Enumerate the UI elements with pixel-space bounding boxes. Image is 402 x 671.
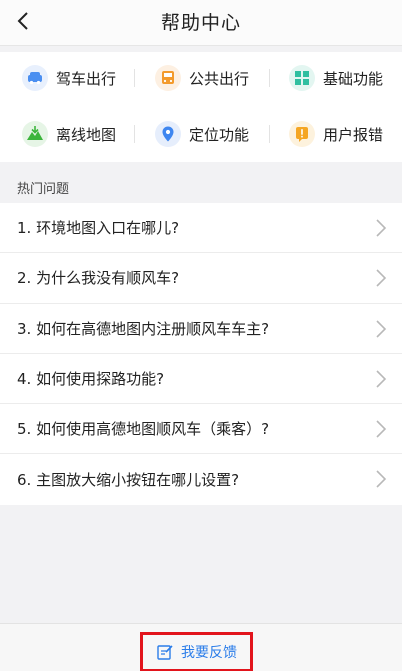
chevron-right-icon bbox=[376, 470, 387, 489]
category-label: 驾车出行 bbox=[56, 69, 117, 88]
question-row[interactable]: 1. 环境地图入口在哪儿? bbox=[0, 203, 402, 254]
question-row[interactable]: 4. 如何使用探路功能? bbox=[0, 354, 402, 405]
category-location[interactable]: 定位功能 bbox=[155, 114, 249, 154]
bus-icon bbox=[155, 65, 181, 91]
divider bbox=[134, 69, 135, 87]
divider bbox=[269, 125, 270, 143]
question-row[interactable]: 3. 如何在高德地图内注册顺风车车主? bbox=[0, 304, 402, 354]
category-basic-functions[interactable]: 基础功能 bbox=[289, 58, 383, 98]
feedback-button[interactable]: 我要反馈 bbox=[140, 632, 253, 671]
question-text: 4. 如何使用探路功能? bbox=[17, 370, 165, 389]
question-text: 3. 如何在高德地图内注册顺风车车主? bbox=[17, 319, 270, 338]
question-text: 2. 为什么我没有顺风车? bbox=[17, 269, 180, 288]
question-row[interactable]: 6. 主图放大缩小按钮在哪儿设置? bbox=[0, 454, 402, 504]
category-label: 基础功能 bbox=[323, 69, 384, 88]
chevron-right-icon bbox=[376, 320, 387, 338]
question-text: 1. 环境地图入口在哪儿? bbox=[17, 219, 180, 238]
chevron-right-icon bbox=[376, 370, 387, 388]
question-text: 6. 主图放大缩小按钮在哪儿设置? bbox=[17, 471, 240, 490]
report-icon bbox=[289, 121, 315, 147]
car-icon bbox=[22, 65, 48, 91]
bottom-bar: 我要反馈 bbox=[0, 623, 402, 671]
category-grid: 驾车出行 公共出行 基础功能 离线地图 定位功能 用户报错 bbox=[0, 52, 402, 162]
grid-icon bbox=[289, 65, 315, 91]
hot-questions-heading: 热门问题 bbox=[17, 182, 70, 197]
divider bbox=[134, 125, 135, 143]
category-public-transit[interactable]: 公共出行 bbox=[155, 58, 249, 98]
category-label: 定位功能 bbox=[189, 125, 250, 144]
category-driving[interactable]: 驾车出行 bbox=[22, 58, 116, 98]
offline-map-icon bbox=[22, 121, 48, 147]
top-bar: 帮助中心 bbox=[0, 0, 402, 46]
question-row[interactable]: 2. 为什么我没有顺风车? bbox=[0, 253, 402, 304]
category-label: 用户报错 bbox=[323, 125, 384, 144]
category-user-report[interactable]: 用户报错 bbox=[289, 114, 383, 154]
help-center-page: 帮助中心 驾车出行 公共出行 基础功能 离线地图 定位功能 用户报错 热门问题 … bbox=[0, 0, 402, 671]
question-text: 5. 如何使用高德地图顺风车（乘客）? bbox=[17, 420, 270, 439]
edit-icon bbox=[157, 645, 173, 660]
chevron-right-icon bbox=[376, 269, 387, 287]
question-row[interactable]: 5. 如何使用高德地图顺风车（乘客）? bbox=[0, 404, 402, 455]
hot-questions-list: 1. 环境地图入口在哪儿? 2. 为什么我没有顺风车? 3. 如何在高德地图内注… bbox=[0, 203, 402, 505]
location-pin-icon bbox=[155, 121, 181, 147]
chevron-right-icon bbox=[376, 219, 387, 237]
category-label: 公共出行 bbox=[189, 69, 250, 88]
page-title: 帮助中心 bbox=[160, 12, 241, 34]
feedback-label: 我要反馈 bbox=[181, 645, 237, 661]
chevron-right-icon bbox=[376, 420, 387, 438]
category-label: 离线地图 bbox=[56, 125, 117, 144]
divider bbox=[269, 69, 270, 87]
category-offline-map[interactable]: 离线地图 bbox=[22, 114, 116, 154]
